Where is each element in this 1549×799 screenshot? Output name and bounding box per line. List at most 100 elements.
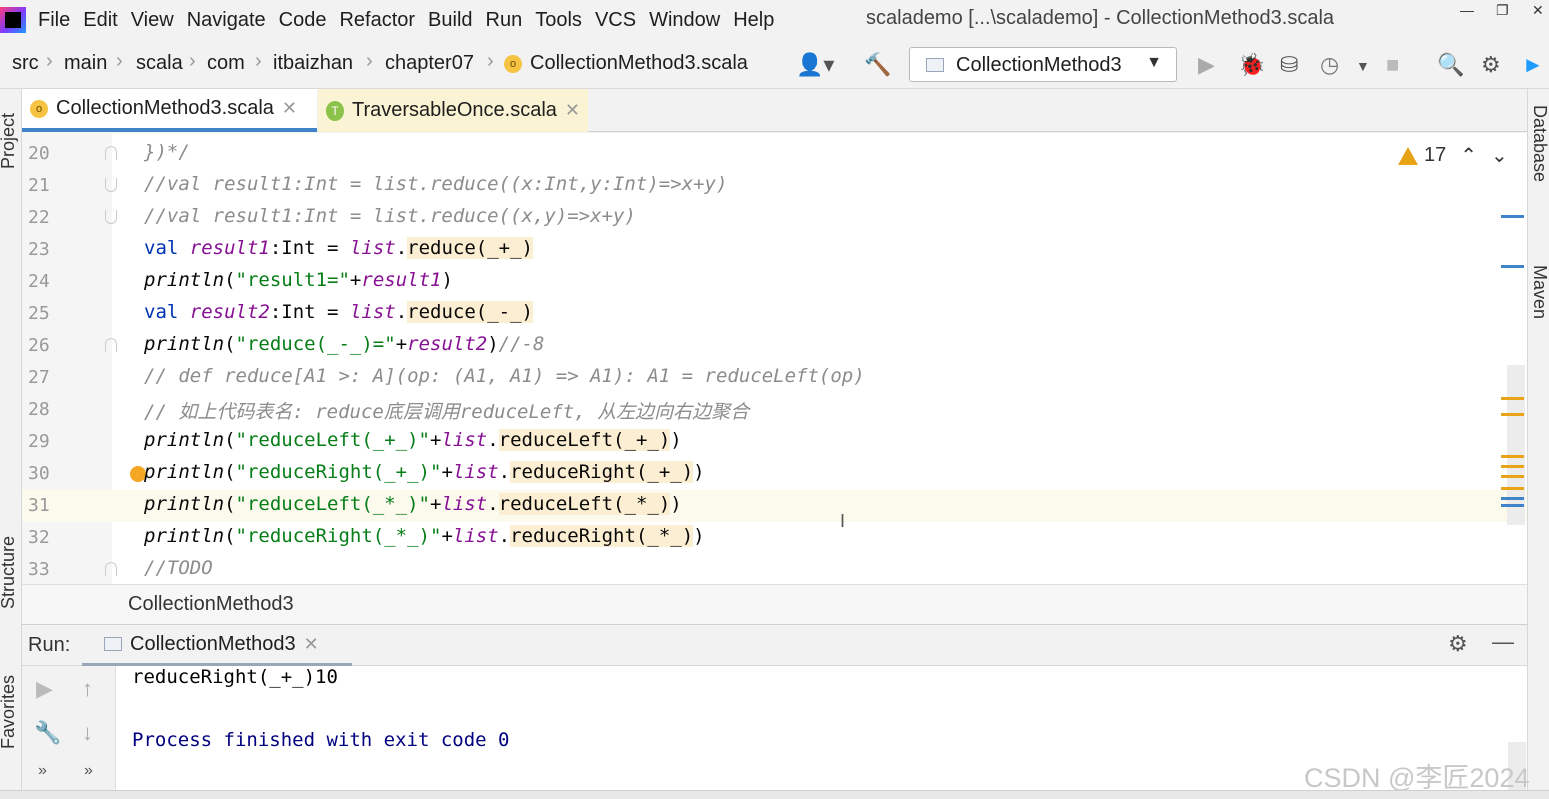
menu-code[interactable]: Code [279,9,327,32]
breadcrumb-chapter07[interactable]: chapter07 [385,52,474,75]
toolbox-icon[interactable]: ► [1522,52,1544,78]
scroll-marker[interactable] [1501,497,1524,500]
more-actions-icon[interactable]: » [38,762,47,780]
line-number: 25 [28,303,50,324]
run-icon[interactable]: ▶ [1198,52,1215,78]
code-line[interactable]: 33 //TODO [22,554,1527,584]
menu-tools[interactable]: Tools [535,9,582,32]
fold-icon[interactable] [105,562,117,576]
menu-view[interactable]: View [131,9,174,32]
arrow-down-icon[interactable]: ↓ [82,720,93,746]
application-icon [104,637,122,651]
code-line[interactable]: 22 //val result1:Int = list.reduce((x,y)… [22,202,1527,234]
run-configuration-select[interactable]: CollectionMethod3 ▼ [909,47,1177,82]
build-hammer-icon[interactable]: 🔨 [864,52,891,78]
right-tool-strip: Database Maven [1527,89,1549,799]
close-tab-icon[interactable]: ✕ [282,98,297,119]
code-line[interactable]: 27 // def reduce[A1 >: A](op: (A1, A1) =… [22,362,1527,394]
breadcrumb-itbaizhan[interactable]: itbaizhan [273,52,353,75]
wrench-icon[interactable]: 🔧 [34,720,61,746]
code-line[interactable]: 24 println("result1="+result1) [22,266,1527,298]
coverage-icon[interactable]: ⛁ [1280,52,1298,78]
menu-refactor[interactable]: Refactor [339,9,415,32]
fold-icon[interactable] [105,210,117,224]
scroll-marker[interactable] [1501,413,1524,416]
scroll-marker[interactable] [1501,265,1524,268]
run-tab-collectionmethod3[interactable]: CollectionMethod3 ✕ [82,625,352,667]
menu-window[interactable]: Window [649,9,720,32]
scroll-marker[interactable] [1501,465,1524,468]
more-actions-icon[interactable]: » [84,762,93,780]
tab-traversableonce[interactable]: T TraversableOnce.scala ✕ [318,89,588,132]
menu-file[interactable]: File [38,9,70,32]
code-editor[interactable]: 20 })*/ 21 //val result1:Int = list.redu… [22,133,1527,584]
search-icon[interactable]: 🔍 [1437,52,1464,78]
gear-icon[interactable]: ⚙ [1448,631,1468,657]
arrow-up-icon[interactable]: ↑ [82,676,93,702]
fold-icon[interactable] [105,178,117,192]
code-text: println("reduce(_-_)="+result2)//-8 [144,333,545,355]
text-cursor-icon: I [840,511,846,531]
code-line[interactable]: 21 //val result1:Int = list.reduce((x:In… [22,170,1527,202]
structure-tool-tab[interactable]: Structure [0,536,19,609]
code-line[interactable]: 29 println("reduceLeft(_+_)"+list.reduce… [22,426,1527,458]
maven-tool-tab[interactable]: Maven [1529,265,1549,319]
editor-scrollbar[interactable] [1507,365,1525,525]
gear-icon[interactable]: ⚙ [1481,52,1501,78]
code-line[interactable]: 30 println("reduceRight(_+_)"+list.reduc… [22,458,1527,490]
close-window-icon[interactable]: ✕ [1532,2,1544,19]
code-line[interactable]: 28 // 如上代码表名: reduce底层调用reduceLeft, 从左边向… [22,394,1527,426]
breadcrumb-main[interactable]: main [64,52,107,75]
menu-help[interactable]: Help [733,9,774,32]
code-line[interactable]: 32 println("reduceRight(_*_)"+list.reduc… [22,522,1527,554]
scroll-marker[interactable] [1501,504,1524,507]
scroll-marker[interactable] [1501,215,1524,218]
code-line[interactable]: 26 println("reduce(_-_)="+result2)//-8 [22,330,1527,362]
code-line[interactable]: 20 })*/ [22,138,1527,170]
scroll-marker[interactable] [1501,455,1524,458]
hide-panel-icon[interactable]: — [1492,629,1514,655]
menu-run[interactable]: Run [486,9,523,32]
favorites-tool-tab[interactable]: Favorites [0,675,19,749]
debug-icon[interactable]: 🐞 [1238,52,1265,78]
close-tab-icon[interactable]: ✕ [565,100,580,121]
close-tab-icon[interactable]: ✕ [304,634,319,655]
profile-dropdown-icon[interactable]: ▼ [1356,58,1370,74]
menu-edit[interactable]: Edit [83,9,117,32]
database-tool-tab[interactable]: Database [1529,105,1549,182]
left-tool-strip: Project Structure Favorites [0,89,22,799]
application-icon [926,58,944,72]
scroll-marker[interactable] [1501,475,1524,478]
breadcrumb-src[interactable]: src [12,52,39,75]
menu-build[interactable]: Build [428,9,472,32]
menu-vcs[interactable]: VCS [595,9,636,32]
inspection-widget[interactable]: 17 ⌃ ⌄ [1398,143,1508,168]
rerun-icon[interactable]: ▶ [36,676,53,702]
breadcrumb-file[interactable]: o CollectionMethod3.scala [504,52,748,75]
scroll-marker[interactable] [1501,397,1524,400]
scroll-marker[interactable] [1501,487,1524,490]
restore-icon[interactable]: ❐ [1496,2,1509,19]
breadcrumb-scala[interactable]: scala [136,52,183,75]
code-line-current[interactable]: 31 println("reduceLeft(_*_)"+list.reduce… [22,490,1527,522]
minimize-icon[interactable]: — [1460,2,1474,18]
menu-navigate[interactable]: Navigate [187,9,266,32]
code-line[interactable]: 25 val result2:Int = list.reduce(_-_) [22,298,1527,330]
project-tool-tab[interactable]: Project [0,113,19,169]
fold-icon[interactable] [105,146,117,160]
previous-highlight-icon[interactable]: ⌃ [1460,143,1477,168]
profile-icon[interactable]: ◷ [1320,52,1339,78]
breadcrumb-file-label: CollectionMethod3.scala [530,52,748,74]
tab-label: TraversableOnce.scala [352,99,557,121]
breadcrumb-com[interactable]: com [207,52,245,75]
breadcrumb-class[interactable]: CollectionMethod3 [128,593,294,616]
run-console[interactable]: ▶ ↑ 🔧 ↓ » » reduceRight(_+_)10 Process f… [22,666,1527,799]
code-line[interactable]: 23 val result1:Int = list.reduce(_+_) [22,234,1527,266]
stop-icon[interactable]: ■ [1386,52,1399,78]
code-text: //val result1:Int = list.reduce((x:Int,y… [144,173,728,195]
fold-icon[interactable] [105,338,117,352]
line-number: 28 [28,399,50,420]
user-icon[interactable]: 👤▾ [796,52,834,78]
tab-collectionmethod3[interactable]: o CollectionMethod3.scala ✕ [22,89,317,132]
next-highlight-icon[interactable]: ⌄ [1491,143,1508,168]
